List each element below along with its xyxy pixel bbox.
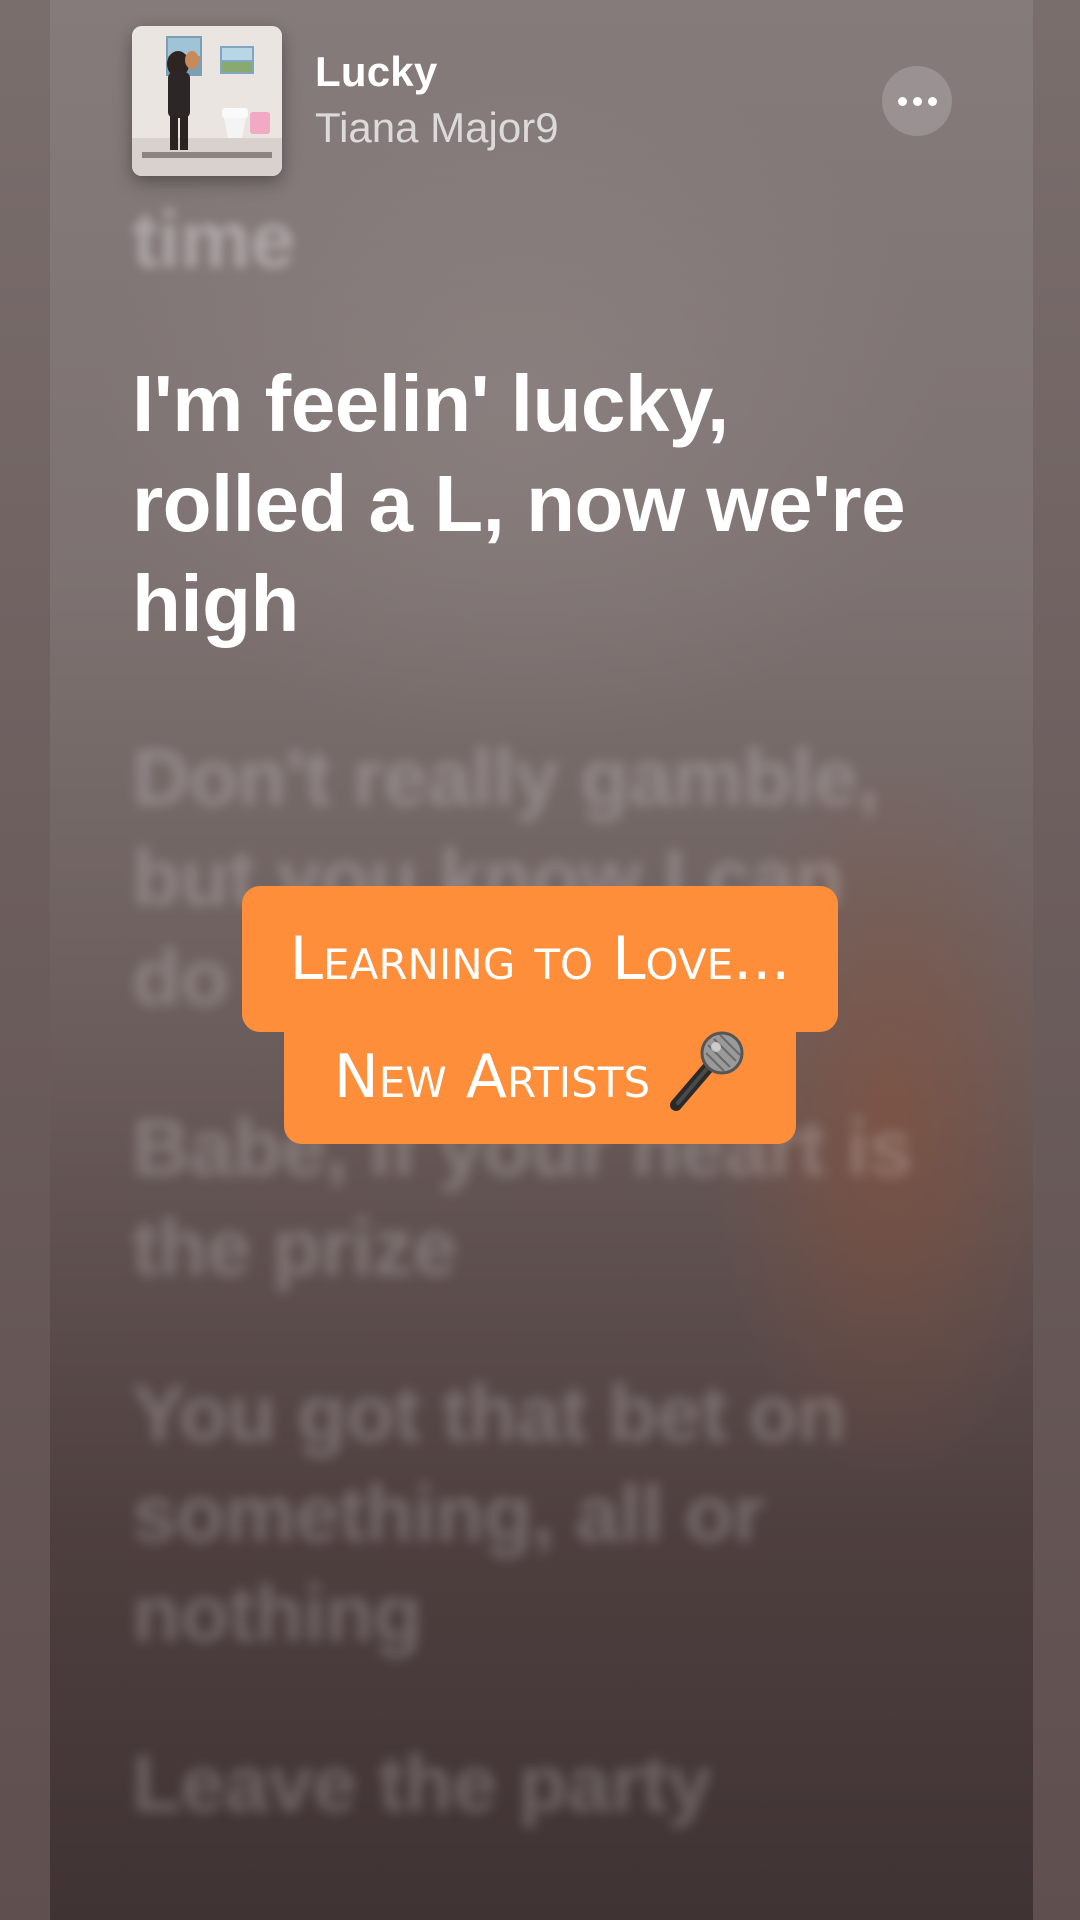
more-icon-dot	[912, 96, 922, 106]
more-icon-dot	[927, 96, 937, 106]
album-artwork[interactable]	[132, 26, 282, 176]
lyric-line-previous[interactable]: time	[132, 190, 952, 272]
lyric-line-upcoming[interactable]: Leave the party	[132, 1734, 952, 1864]
more-options-button[interactable]	[882, 66, 952, 136]
album-artwork-image	[132, 26, 282, 176]
song-title[interactable]: Lucky	[315, 48, 437, 96]
artist-name[interactable]: Tiana Major9	[315, 104, 559, 152]
lyric-line-upcoming[interactable]: You got that bet on something, all or no…	[132, 1364, 952, 1664]
more-icon-dot	[897, 96, 907, 106]
lyric-line-upcoming[interactable]: Babe, if your heart is the prize	[132, 1098, 952, 1298]
lyric-line-active[interactable]: I'm feelin' lucky, rolled a L, now we're…	[132, 354, 952, 654]
lyric-line-upcoming[interactable]: Don't really gamble, but you know I can …	[132, 728, 952, 1028]
